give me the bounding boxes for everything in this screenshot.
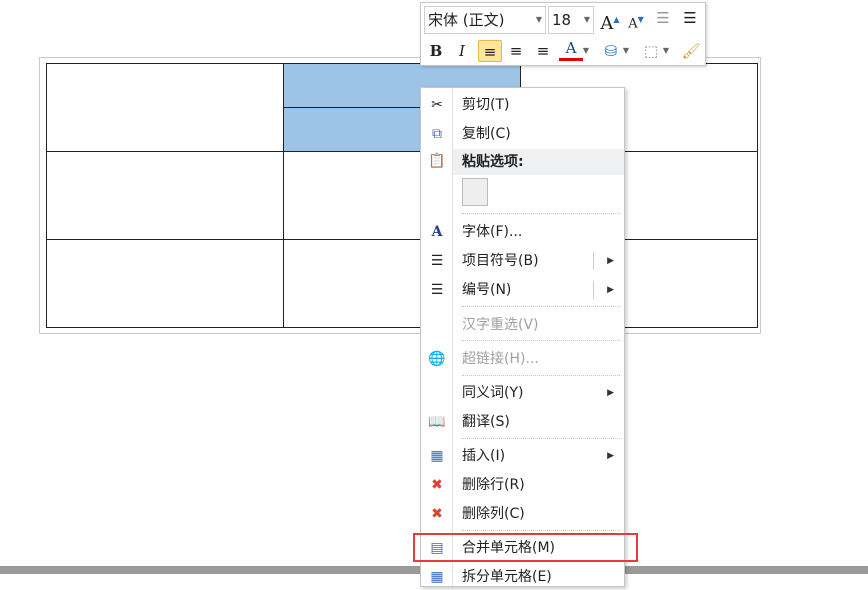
menu-label: 插入(I)	[462, 448, 506, 464]
hyperlink-icon: 🌐	[428, 351, 446, 367]
translate-icon: 📖	[428, 414, 446, 430]
insert-table-icon: ▦	[430, 448, 444, 464]
menu-label: 粘贴选项:	[462, 154, 524, 170]
menu-item-translate[interactable]: 📖 翻译(S)	[421, 409, 624, 435]
menu-item-copy[interactable]: ⧉ 复制(C)	[421, 121, 624, 147]
scissors-icon: ✂	[431, 97, 443, 113]
menu-item-delete-row[interactable]: ✖ 删除行(R)	[421, 472, 624, 498]
bold-button[interactable]: B	[424, 40, 448, 62]
chevron-down-icon[interactable]: ▼	[661, 40, 671, 62]
chevron-down-icon: ▼	[583, 15, 590, 24]
chevron-down-icon: ▼	[535, 15, 542, 24]
menu-label: 翻译(S)	[462, 414, 510, 430]
font-name-value: 宋体 (正文)	[428, 11, 505, 29]
menu-item-bullets[interactable]: ☰ 项目符号(B) ▶	[421, 248, 624, 274]
menu-label: 汉字重选(V)	[462, 317, 539, 333]
format-painter-icon[interactable]: 🖌	[679, 40, 703, 62]
align-left-icon[interactable]: ≡	[478, 40, 502, 62]
highlight-icon[interactable]: ⛁	[599, 40, 623, 62]
menu-label: 删除行(R)	[462, 477, 525, 493]
highlight-box	[413, 533, 638, 562]
submenu-arrow-icon: ▶	[607, 285, 614, 295]
align-center-icon[interactable]: ≡	[504, 40, 528, 62]
font-size-select[interactable]: 18 ▼	[548, 6, 594, 34]
menu-label: 拆分单元格(E)	[462, 569, 552, 585]
table-cell[interactable]	[46, 239, 284, 328]
mini-toolbar: 宋体 (正文) ▼ 18 ▼ A▲ A▼ ☰ ☰ B I ≡ ≡ ≡ A ▼ ⛁ ▼…	[420, 2, 706, 66]
numbering-icon: ☰	[430, 282, 444, 298]
menu-label: 字体(F)...	[462, 224, 523, 240]
bullets-icon: ☰	[430, 253, 444, 269]
submenu-arrow-icon: ▶	[607, 451, 614, 461]
shrink-font-icon[interactable]: A▼	[624, 9, 648, 31]
grow-font-icon[interactable]: A▲	[598, 9, 622, 34]
chevron-down-icon[interactable]: ▼	[581, 40, 591, 62]
menu-item-hyperlink[interactable]: 🌐 超链接(H)...	[421, 346, 624, 372]
copy-icon: ⧉	[432, 126, 442, 142]
chevron-down-icon[interactable]: ▼	[621, 40, 631, 62]
menu-label: 剪切(T)	[462, 97, 510, 113]
menu-item-numbering[interactable]: ☰ 编号(N) ▶	[421, 277, 624, 303]
table-cell[interactable]	[46, 63, 284, 152]
split-cells-icon: ▦	[430, 569, 444, 585]
paste-icon: 📋	[428, 153, 446, 169]
delete-column-icon: ✖	[431, 506, 443, 522]
menu-label: 同义词(Y)	[462, 385, 524, 401]
menu-item-split-cells[interactable]: ▦ 拆分单元格(E)	[421, 564, 624, 590]
table-cell[interactable]	[46, 151, 284, 240]
italic-button[interactable]: I	[450, 40, 474, 62]
font-color-icon[interactable]: A	[559, 39, 583, 61]
font-name-select[interactable]: 宋体 (正文) ▼	[424, 6, 546, 34]
increase-indent-icon[interactable]: ☰	[678, 7, 702, 29]
paste-keep-formatting-button[interactable]	[462, 178, 488, 206]
menu-label: 编号(N)	[462, 282, 512, 298]
font-size-value: 18	[552, 11, 572, 29]
menu-item-reconvert[interactable]: 汉字重选(V)	[421, 312, 624, 338]
menu-item-synonyms[interactable]: 同义词(Y) ▶	[421, 380, 624, 406]
decrease-indent-icon[interactable]: ☰	[651, 7, 675, 29]
menu-label: 项目符号(B)	[462, 253, 539, 269]
align-right-icon[interactable]: ≡	[531, 40, 555, 62]
delete-row-icon: ✖	[431, 477, 443, 493]
submenu-arrow-icon: ▶	[607, 388, 614, 398]
document-table[interactable]	[46, 63, 758, 328]
borders-icon[interactable]: ⬚	[639, 40, 663, 62]
menu-item-cut[interactable]: ✂ 剪切(T)	[421, 92, 624, 118]
menu-item-font[interactable]: A 字体(F)...	[421, 219, 624, 245]
context-menu: ✂ 剪切(T) ⧉ 复制(C) 粘贴选项: 📋 A 字体(F)... ☰ 项目符号(B)…	[420, 87, 625, 587]
menu-label: 删除列(C)	[462, 506, 525, 522]
menu-label: 复制(C)	[462, 126, 511, 142]
font-icon: A	[431, 224, 443, 240]
menu-item-delete-column[interactable]: ✖ 删除列(C)	[421, 501, 624, 527]
paste-options-header: 粘贴选项:	[453, 149, 624, 175]
submenu-arrow-icon: ▶	[607, 256, 614, 266]
menu-item-insert[interactable]: ▦ 插入(I) ▶	[421, 443, 624, 469]
menu-label: 超链接(H)...	[462, 351, 539, 367]
